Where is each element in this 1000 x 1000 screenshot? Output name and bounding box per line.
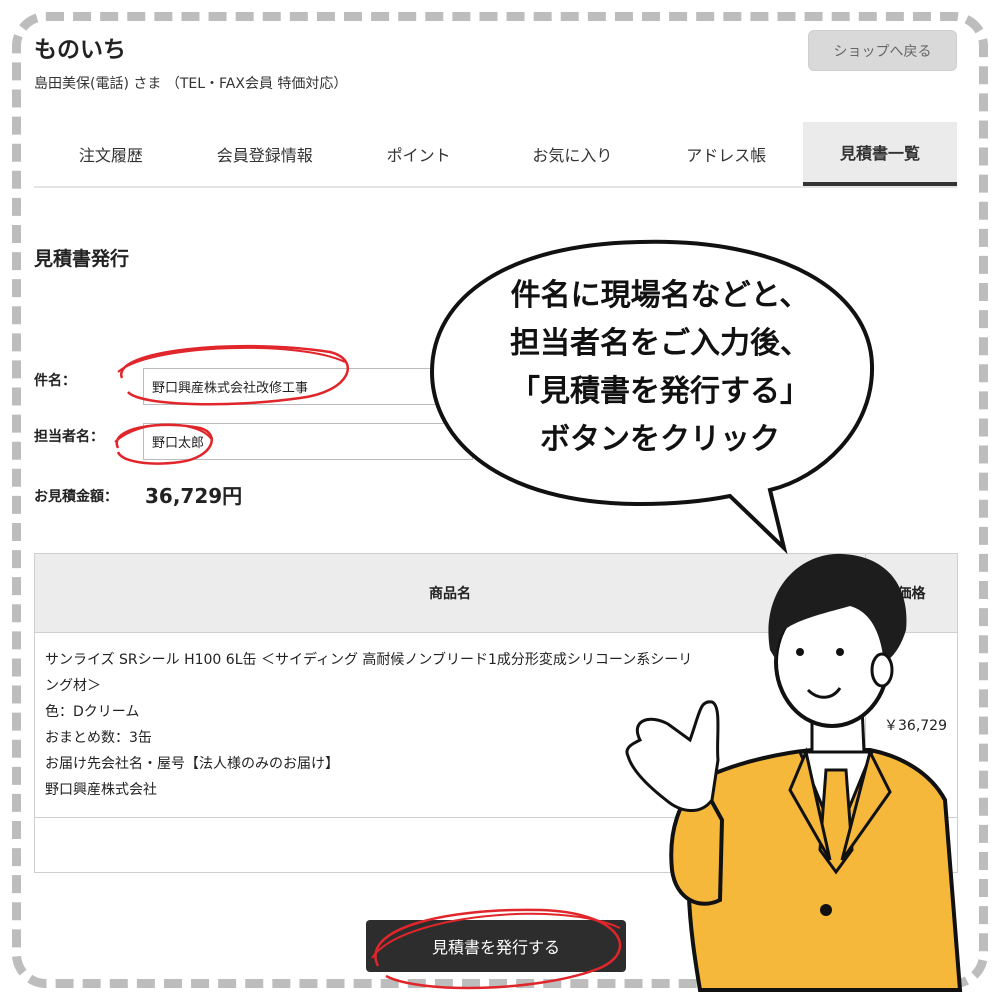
businessman-illustration	[625, 553, 963, 992]
